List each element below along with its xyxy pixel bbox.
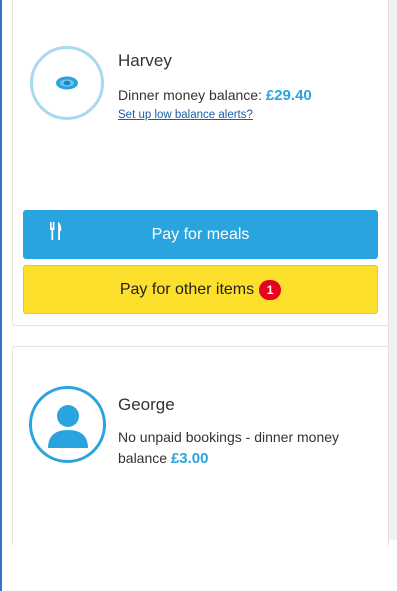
child-card-george: George No unpaid bookings - dinner money… (12, 346, 389, 546)
pay-for-meals-button[interactable]: Pay for meals (23, 210, 378, 259)
pay-for-other-items-button[interactable]: Pay for other items 1 (23, 265, 378, 314)
child-name: Harvey (118, 51, 172, 70)
balance-amount: £3.00 (170, 450, 209, 467)
pacifier-icon (56, 76, 78, 90)
balance-label: Dinner money balance: (118, 87, 266, 103)
balance-text: No unpaid bookings - dinner money balanc… (118, 427, 380, 469)
left-border (0, 0, 2, 591)
right-scroll-area (388, 0, 397, 540)
balance-text: Dinner money balance: £29.40 (118, 85, 312, 106)
pay-for-meals-label: Pay for meals (151, 225, 250, 243)
child-name: George (118, 395, 175, 414)
balance-label: No unpaid bookings - dinner money balanc… (118, 429, 340, 466)
avatar (29, 386, 106, 463)
balance-amount: £29.40 (265, 87, 312, 104)
notification-badge: 1 (259, 279, 282, 300)
person-icon (47, 404, 88, 448)
app-viewport: Harvey Dinner money balance: £29.40 Set … (0, 0, 397, 591)
fork-knife-icon (50, 222, 62, 240)
low-balance-alerts-link[interactable]: Set up low balance alerts? (118, 109, 253, 121)
child-card-harvey: Harvey Dinner money balance: £29.40 Set … (12, 0, 389, 326)
avatar (30, 46, 104, 120)
pay-for-other-items-label: Pay for other items (119, 280, 255, 298)
